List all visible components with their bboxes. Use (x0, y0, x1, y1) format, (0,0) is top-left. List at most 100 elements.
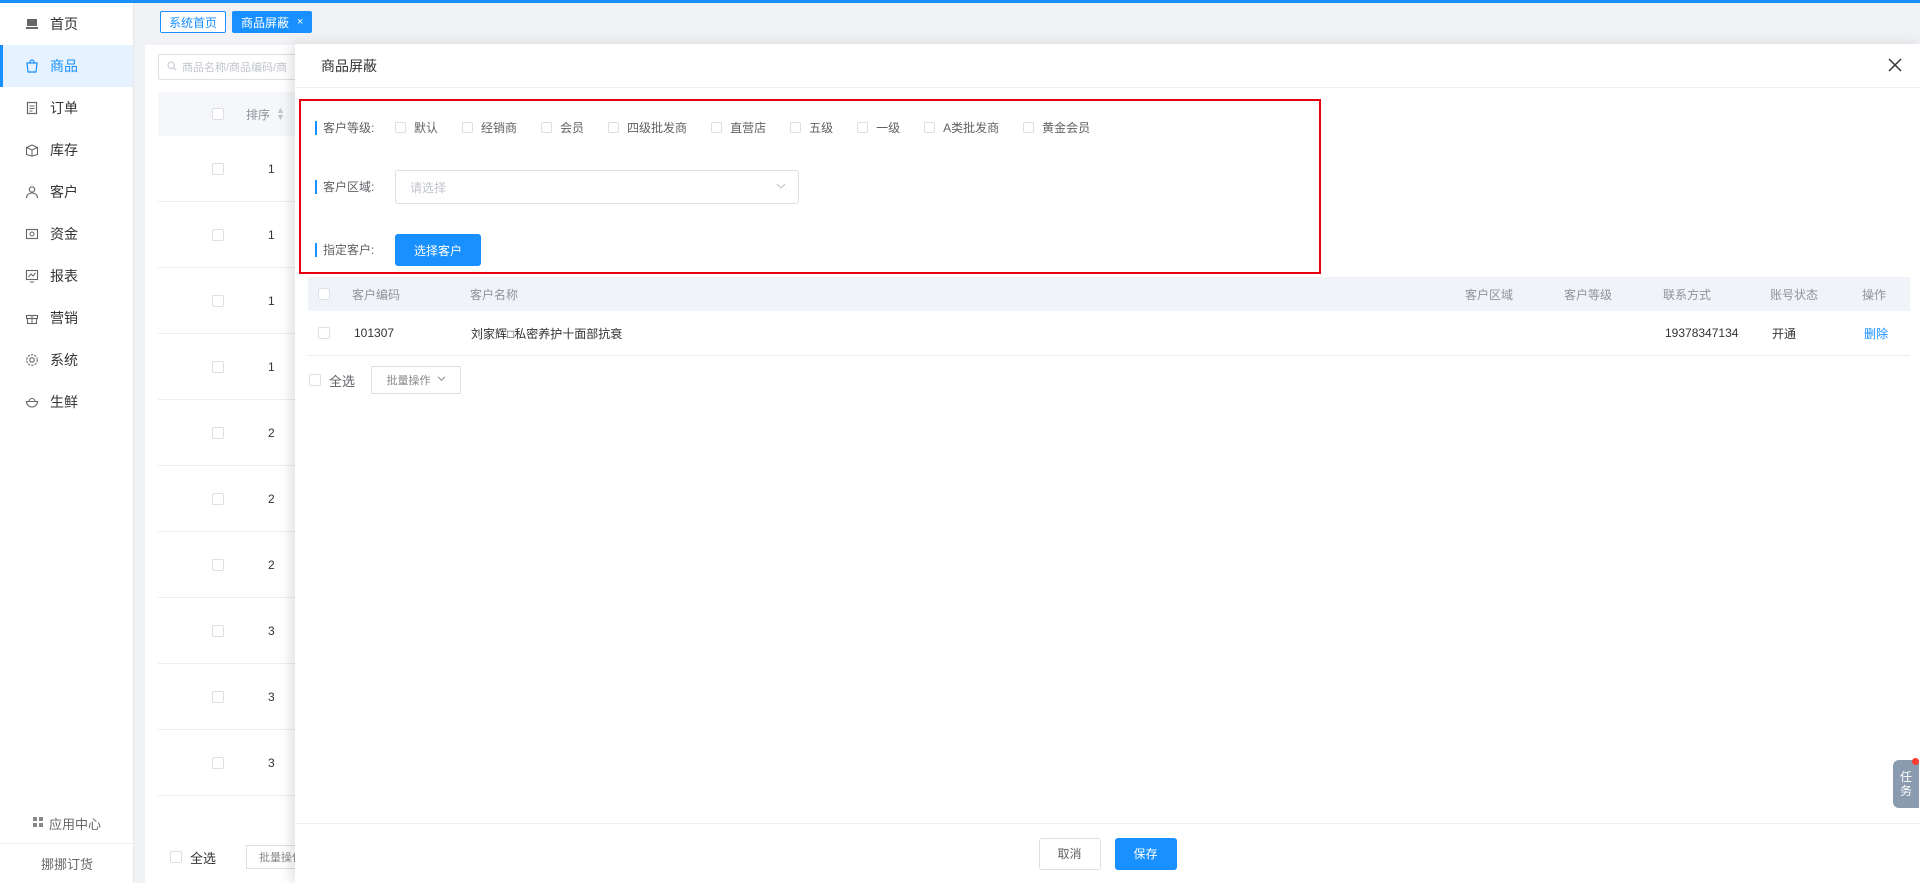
sidebar-item-inventory[interactable]: 库存 (0, 129, 133, 171)
checkbox[interactable] (924, 122, 936, 133)
level-option-class-a-wholesaler[interactable]: A类批发商 (924, 119, 999, 136)
checkbox[interactable] (608, 122, 620, 133)
select-all-label: 全选 (190, 850, 217, 866)
sort-icon[interactable]: ▲ ▼ (276, 106, 285, 122)
app-center-link[interactable]: 应用中心 (0, 803, 134, 843)
sort-value: 1 (268, 227, 275, 242)
checkbox[interactable] (790, 122, 802, 133)
row-checkbox[interactable] (212, 162, 224, 175)
checkbox[interactable] (857, 122, 869, 133)
table-row: 3 (158, 664, 318, 730)
row-checkbox[interactable] (212, 426, 224, 439)
specified-customer-label: 指定客户: (315, 243, 395, 257)
row-checkbox[interactable] (212, 228, 224, 241)
row-checkbox[interactable] (318, 327, 330, 339)
sidebar-item-customers[interactable]: 客户 (0, 171, 133, 213)
select-placeholder: 请选择 (410, 180, 447, 195)
option-label: 经销商 (481, 121, 518, 135)
table-row: 2 (158, 532, 318, 598)
save-button[interactable]: 保存 (1114, 837, 1177, 870)
checkbox[interactable] (1023, 122, 1035, 133)
close-icon[interactable]: × (297, 16, 303, 28)
row-checkbox[interactable] (212, 360, 224, 373)
sidebar-item-goods[interactable]: 商品 (0, 45, 133, 87)
tab-system-home[interactable]: 系统首页 (160, 11, 227, 33)
table-row: 1 (158, 268, 318, 334)
customer-contact: 19378347134 (1665, 326, 1739, 340)
sidebar-item-funds[interactable]: 资金 (0, 213, 133, 255)
sidebar-item-fresh[interactable]: 生鲜 (0, 381, 133, 423)
customer-level-label: 客户等级: (315, 120, 395, 135)
goods-table-body: 1 1 1 1 2 2 2 3 3 3 (158, 136, 318, 796)
row-checkbox[interactable] (212, 558, 224, 571)
column-header-region: 客户区域 (1465, 287, 1514, 302)
checkbox[interactable] (541, 122, 553, 133)
sidebar-item-label: 报表 (50, 268, 78, 284)
level-option-dealer[interactable]: 经销商 (462, 119, 517, 136)
sort-value: 2 (268, 557, 275, 572)
checkbox[interactable] (711, 122, 723, 133)
table-row: 3 (158, 730, 318, 796)
header-checkbox[interactable] (212, 108, 224, 120)
task-widget[interactable]: 任 务 (1893, 758, 1919, 808)
table-header: 客户编码 客户名称 客户区域 客户等级 联系方式 账号状态 操作 (308, 277, 1910, 311)
table-row: 101307 刘家辉□私密养护十面部抗衰 19378347134 开通 删除 (308, 311, 1910, 356)
option-label: A类批发商 (943, 121, 1000, 135)
app-center-label: 应用中心 (48, 816, 101, 832)
sidebar-item-marketing[interactable]: 营销 (0, 297, 133, 339)
sort-column-header[interactable]: 排序 (246, 106, 270, 123)
cancel-button[interactable]: 取消 (1038, 837, 1101, 870)
batch-operation-dropdown[interactable]: 批量操作 (371, 366, 462, 394)
level-option-default[interactable]: 默认 (395, 119, 438, 136)
sort-value: 3 (268, 689, 275, 704)
sidebar-item-orders[interactable]: 订单 (0, 87, 133, 129)
goods-search-input[interactable]: 商品名称/商品编码/商 (158, 54, 308, 80)
level-option-gold-member[interactable]: 黄金会员 (1023, 119, 1090, 136)
sort-value: 3 (268, 623, 275, 638)
level-option-member[interactable]: 会员 (541, 119, 584, 136)
shopping-bag-icon (24, 58, 40, 74)
checkbox[interactable] (395, 122, 406, 133)
sidebar-item-reports[interactable]: 报表 (0, 255, 133, 297)
row-checkbox[interactable] (212, 294, 224, 307)
tab-bar: 系统首页 商品屏蔽 × (160, 11, 313, 33)
level-option-level1[interactable]: 一级 (857, 119, 900, 136)
header-checkbox[interactable] (318, 288, 330, 300)
tab-label: 系统首页 (169, 15, 218, 30)
column-header-code: 客户编码 (352, 287, 401, 302)
tab-goods-block[interactable]: 商品屏蔽 × (232, 11, 313, 33)
select-all-checkbox[interactable] (170, 851, 182, 863)
sort-value: 3 (268, 755, 275, 770)
level-option-level5[interactable]: 五级 (790, 119, 833, 136)
sidebar-item-label: 商品 (50, 58, 78, 74)
sidebar-item-system[interactable]: 系统 (0, 339, 133, 381)
close-icon[interactable] (1884, 54, 1906, 76)
delete-link[interactable]: 删除 (1864, 325, 1888, 342)
select-all-checkbox[interactable] (309, 374, 321, 386)
chevron-down-icon (437, 374, 446, 386)
box-icon (24, 142, 40, 158)
wallet-icon (24, 226, 40, 242)
level-option-direct-store[interactable]: 直营店 (711, 119, 766, 136)
select-customer-button[interactable]: 选择客户 (395, 234, 482, 266)
row-checkbox[interactable] (212, 690, 224, 703)
row-checkbox[interactable] (212, 624, 224, 637)
chevron-down-icon (776, 181, 786, 194)
column-header-action: 操作 (1862, 287, 1887, 302)
customer-region-row: 客户区域: 请选择 (315, 170, 799, 204)
grid-icon (32, 816, 43, 830)
level-option-level4-wholesaler[interactable]: 四级批发商 (608, 119, 687, 136)
goods-table-header: 排序 ▲ ▼ (158, 92, 318, 136)
brand-name: 挪挪订货 (0, 843, 134, 883)
checkbox[interactable] (462, 122, 474, 133)
sort-value: 2 (268, 491, 275, 506)
customer-region-select[interactable]: 请选择 (395, 170, 799, 204)
row-checkbox[interactable] (212, 756, 224, 769)
row-checkbox[interactable] (212, 492, 224, 505)
sort-value: 1 (268, 359, 275, 374)
tab-label: 商品屏蔽 (241, 15, 290, 30)
sidebar-item-home[interactable]: 首页 (0, 3, 133, 45)
drawer-footer: 取消 保存 (295, 823, 1920, 883)
sidebar-item-label: 资金 (50, 226, 78, 242)
task-label: 务 (1899, 784, 1912, 798)
